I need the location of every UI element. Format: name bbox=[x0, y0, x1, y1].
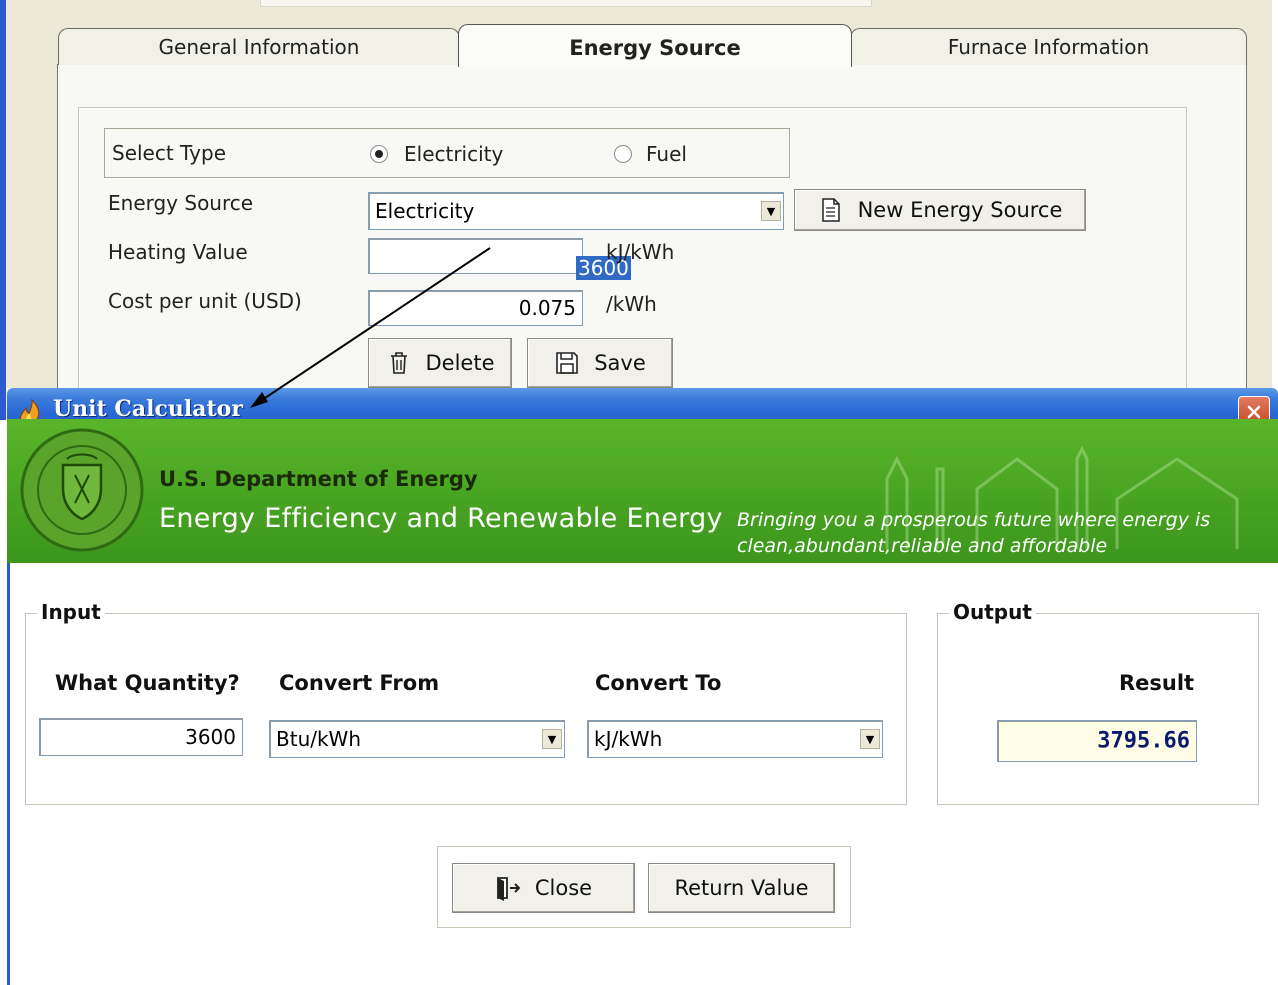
cost-per-unit-unit: /kWh bbox=[606, 292, 657, 316]
tab-furnace-information[interactable]: Furnace Information bbox=[850, 28, 1247, 65]
save-button[interactable]: Save bbox=[527, 338, 673, 388]
energy-source-label: Energy Source bbox=[108, 191, 254, 215]
tab-energy-source[interactable]: Energy Source bbox=[458, 24, 852, 67]
input-group bbox=[25, 613, 907, 805]
window-left-border bbox=[0, 0, 6, 420]
cost-per-unit-input[interactable]: 0.075 bbox=[368, 290, 583, 326]
heating-value-input[interactable]: 3600 bbox=[368, 238, 631, 280]
close-button[interactable]: Close bbox=[452, 863, 635, 913]
quantity-value: 3600 bbox=[185, 725, 236, 749]
tagline-line-2: clean,abundant,reliable and affordable bbox=[737, 535, 1108, 557]
banner-background-graphic bbox=[885, 445, 1239, 549]
radio-electricity[interactable] bbox=[370, 145, 388, 163]
return-value-label: Return Value bbox=[674, 876, 809, 900]
energy-source-select[interactable]: Electricity ▼ bbox=[368, 192, 784, 230]
convert-from-header: Convert From bbox=[279, 671, 440, 695]
output-group bbox=[937, 613, 1259, 805]
radio-electricity-label[interactable]: Electricity bbox=[404, 142, 503, 166]
return-value-button[interactable]: Return Value bbox=[648, 863, 835, 913]
radio-selected-dot bbox=[375, 150, 383, 158]
doe-seal-logo bbox=[20, 428, 144, 552]
energy-source-window: General Information Energy Source Furnac… bbox=[0, 0, 1278, 426]
new-energy-source-label: New Energy Source bbox=[857, 198, 1063, 222]
chevron-down-icon[interactable]: ▼ bbox=[761, 201, 781, 221]
radio-fuel[interactable] bbox=[614, 145, 632, 163]
output-legend: Output bbox=[949, 600, 1036, 624]
document-icon bbox=[818, 197, 844, 223]
window-right-border bbox=[1272, 0, 1278, 420]
delete-button[interactable]: Delete bbox=[368, 338, 512, 388]
radio-fuel-label[interactable]: Fuel bbox=[646, 142, 687, 166]
convert-to-select[interactable]: kJ/kWh ▼ bbox=[587, 720, 883, 758]
input-legend: Input bbox=[37, 600, 105, 624]
save-label: Save bbox=[594, 351, 646, 375]
result-field: 3795.66 bbox=[997, 720, 1197, 762]
delete-label: Delete bbox=[425, 351, 495, 375]
department-name: U.S. Department of Energy bbox=[159, 467, 478, 491]
top-panel-edge bbox=[260, 0, 872, 7]
office-name: Energy Efficiency and Renewable Energy bbox=[159, 503, 723, 534]
exit-door-icon bbox=[495, 875, 521, 901]
new-energy-source-button[interactable]: New Energy Source bbox=[794, 189, 1086, 231]
cost-per-unit-label: Cost per unit (USD) bbox=[108, 289, 302, 313]
result-header: Result bbox=[1119, 671, 1195, 695]
cost-per-unit-text: 0.075 bbox=[518, 296, 576, 320]
quantity-input[interactable]: 3600 bbox=[39, 718, 243, 756]
convert-to-header: Convert To bbox=[595, 671, 722, 695]
energy-source-value: Electricity bbox=[375, 199, 475, 223]
tagline-line-1: Bringing you a prosperous future where e… bbox=[737, 509, 1211, 531]
convert-to-value: kJ/kWh bbox=[594, 727, 663, 751]
quantity-header: What Quantity? bbox=[55, 671, 240, 695]
tab-general-information[interactable]: General Information bbox=[58, 28, 460, 65]
close-label: Close bbox=[534, 876, 593, 900]
chevron-down-icon[interactable]: ▼ bbox=[860, 729, 880, 749]
convert-from-value: Btu/kWh bbox=[276, 727, 362, 751]
chevron-down-icon[interactable]: ▼ bbox=[542, 729, 562, 749]
trash-icon bbox=[386, 350, 412, 376]
doe-banner: U.S. Department of Energy Energy Efficie… bbox=[7, 419, 1278, 563]
result-value: 3795.66 bbox=[1097, 728, 1190, 754]
heating-value-unit: kJ/kWh bbox=[606, 240, 675, 264]
floppy-disk-icon bbox=[554, 350, 580, 376]
heating-value-label: Heating Value bbox=[108, 240, 248, 264]
select-type-label: Select Type bbox=[112, 141, 226, 165]
convert-from-select[interactable]: Btu/kWh ▼ bbox=[269, 720, 565, 758]
